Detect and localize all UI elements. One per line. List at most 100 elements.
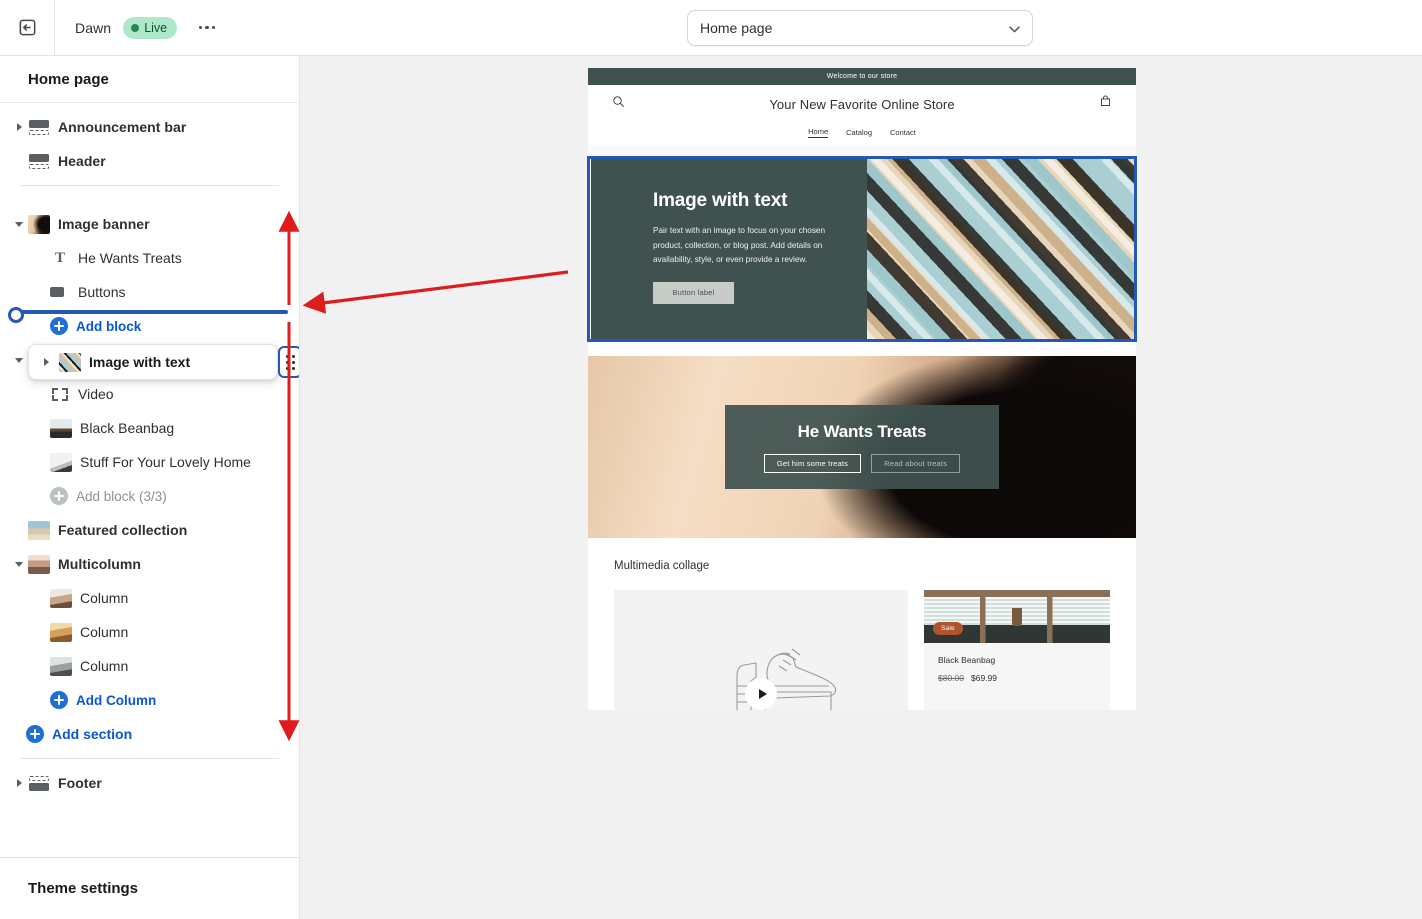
price-sale: $69.99: [971, 673, 997, 683]
sidebar-block-label: Stuff For Your Lovely Home: [80, 454, 251, 470]
sidebar-block-buttons[interactable]: Buttons: [0, 275, 299, 309]
sidebar-item-label: Footer: [58, 775, 102, 791]
sidebar-block-label: Column: [80, 658, 128, 674]
sidebar-block-stuff-for-lovely-home[interactable]: Stuff For Your Lovely Home: [0, 445, 299, 479]
text-icon: T: [50, 249, 70, 268]
announcement-text: Welcome to our store: [827, 73, 897, 80]
preview-store-header[interactable]: Your New Favorite Online Store Home Cata…: [588, 85, 1136, 158]
sidebar: Home page Announcement bar Header Image …: [0, 56, 300, 919]
status-badge-label: Live: [144, 21, 167, 35]
sidebar-item-label: Multicolumn: [58, 556, 141, 572]
preview-section-image-with-text[interactable]: Image with text Pair text with an image …: [589, 158, 1135, 340]
more-dot: [205, 26, 209, 30]
chevron-right-icon[interactable]: [12, 123, 26, 131]
dragged-block-label: Image with text: [89, 354, 190, 370]
image-with-text-body-text: Pair text with an image to focus on your…: [653, 224, 829, 268]
sidebar-item-multicolumn[interactable]: Multicolumn: [0, 547, 299, 581]
more-dot: [212, 26, 216, 30]
add-block-button-disabled: Add block (3/3): [0, 479, 299, 513]
block-thumbnail: [50, 657, 72, 676]
chevron-right-icon[interactable]: [39, 358, 53, 366]
section-tree: Announcement bar Header Image banner T H…: [0, 103, 299, 800]
add-block-label: Add block: [76, 319, 141, 334]
collapse-panel-icon[interactable]: [10, 11, 44, 45]
price-original: $80.00: [938, 673, 964, 683]
sidebar-block-video[interactable]: Video: [0, 377, 299, 411]
product-prices: $80.00 $69.99: [938, 673, 1096, 683]
topbar-divider: [54, 0, 55, 56]
top-bar: Dawn Live Home page: [0, 0, 1422, 56]
sidebar-item-label: Header: [58, 153, 106, 169]
sidebar-item-header[interactable]: Header: [0, 144, 299, 178]
nav-link-home[interactable]: Home: [808, 127, 828, 138]
section-thumbnail: [28, 521, 50, 540]
block-thumbnail: [50, 453, 72, 472]
preview-section-image-banner[interactable]: He Wants Treats Get him some treats Read…: [588, 356, 1136, 538]
dragged-block-card[interactable]: Image with text: [28, 344, 278, 380]
status-dot-icon: [131, 24, 139, 32]
status-badge: Live: [123, 17, 177, 39]
add-section-button[interactable]: Add section: [0, 717, 299, 751]
chevron-right-icon[interactable]: [12, 779, 26, 787]
product-info: Black Beanbag $80.00 $69.99: [924, 643, 1110, 697]
add-block-button[interactable]: Add block: [0, 309, 299, 343]
section-thumbnail: [28, 215, 50, 234]
image-banner-secondary-button[interactable]: Read about treats: [871, 454, 960, 473]
image-banner-heading: He Wants Treats: [798, 422, 927, 442]
collage-grid: Sale Black Beanbag $80.00 $69.99: [614, 590, 1110, 710]
image-with-text-heading: Image with text: [653, 190, 867, 212]
preview-canvas: Welcome to our store Your New Favorite O…: [300, 56, 1422, 919]
block-thumbnail: [50, 419, 72, 438]
sidebar-block-label: Column: [80, 624, 128, 640]
more-dot: [199, 26, 203, 30]
chevron-down-icon[interactable]: [12, 358, 26, 363]
add-column-button[interactable]: Add Column: [0, 683, 299, 717]
sidebar-item-image-banner[interactable]: Image banner: [0, 207, 299, 241]
sidebar-item-announcement-bar[interactable]: Announcement bar: [0, 110, 299, 144]
sidebar-block-column[interactable]: Column: [0, 615, 299, 649]
sidebar-block-label: Column: [80, 590, 128, 606]
theme-name: Dawn: [75, 20, 111, 36]
sidebar-block-label: He Wants Treats: [78, 250, 182, 266]
sidebar-block-column[interactable]: Column: [0, 649, 299, 683]
sidebar-block-black-beanbag[interactable]: Black Beanbag: [0, 411, 299, 445]
plus-circle-icon: [50, 691, 68, 709]
bar-icon: [28, 774, 50, 793]
drag-handle-dots: [286, 355, 295, 370]
theme-settings-button[interactable]: Theme settings: [0, 857, 299, 919]
chevron-down-icon: [1009, 20, 1020, 36]
sidebar-block-column[interactable]: Column: [0, 581, 299, 615]
block-thumbnail: [50, 623, 72, 642]
add-section-label: Add section: [52, 726, 132, 742]
sidebar-block-he-wants-treats[interactable]: T He Wants Treats: [0, 241, 299, 275]
page-selector[interactable]: Home page: [687, 10, 1033, 46]
collage-product-card[interactable]: Sale Black Beanbag $80.00 $69.99: [924, 590, 1110, 710]
image-with-text-body: Image with text Pair text with an image …: [589, 158, 1135, 340]
section-thumbnail: [28, 555, 50, 574]
nav-link-contact[interactable]: Contact: [890, 128, 916, 137]
play-icon[interactable]: [745, 678, 777, 710]
collage-video-block[interactable]: [614, 590, 908, 710]
more-actions-icon[interactable]: [193, 14, 221, 42]
preview-section-collage[interactable]: Multimedia collage: [588, 538, 1136, 710]
image-banner-card: He Wants Treats Get him some treats Read…: [725, 405, 999, 489]
add-block-label: Add block (3/3): [76, 489, 167, 504]
image-banner-primary-button[interactable]: Get him some treats: [764, 454, 861, 473]
sidebar-item-featured-collection[interactable]: Featured collection: [0, 513, 299, 547]
chevron-down-icon[interactable]: [12, 222, 26, 227]
image-with-text-button[interactable]: Button label: [653, 282, 734, 304]
nav-link-catalog[interactable]: Catalog: [846, 128, 872, 137]
preview-store-nav: Home Catalog Contact: [588, 123, 1136, 145]
block-thumbnail: [50, 589, 72, 608]
chevron-down-icon[interactable]: [12, 562, 26, 567]
product-image: Sale: [924, 590, 1110, 643]
bar-icon: [28, 152, 50, 171]
add-column-label: Add Column: [76, 693, 156, 708]
preview-announcement-bar[interactable]: Welcome to our store: [588, 68, 1136, 85]
product-name: Black Beanbag: [938, 655, 1096, 665]
bar-icon: [28, 118, 50, 137]
drag-handle-icon[interactable]: [278, 346, 300, 378]
plus-circle-icon: [26, 725, 44, 743]
sidebar-item-footer[interactable]: Footer: [0, 766, 299, 800]
toothbrush-image-overlay: [867, 158, 1135, 340]
